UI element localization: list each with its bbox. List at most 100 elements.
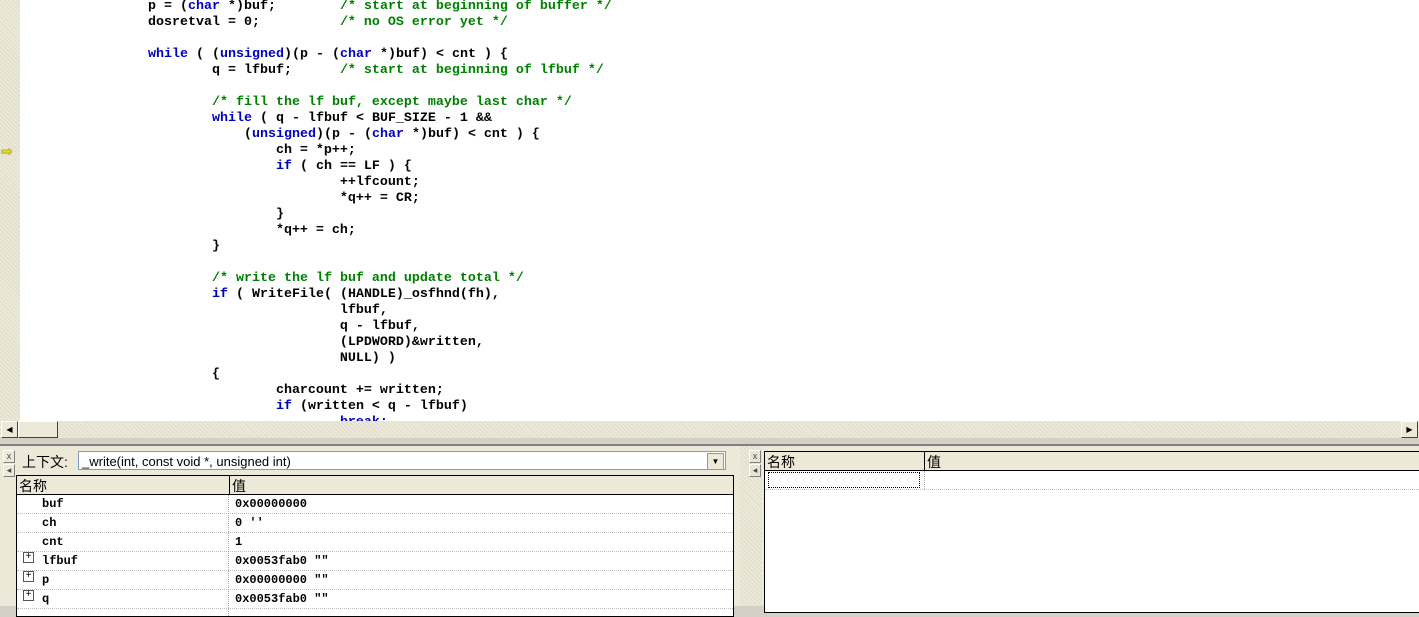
code-line[interactable] [20, 79, 612, 95]
code-line[interactable]: (unsigned)(p - (char *)buf) < cnt ) { [20, 127, 612, 143]
variable-value[interactable]: 1 [235, 533, 242, 551]
keyword: if [275, 159, 292, 174]
watch-header-name[interactable]: 名称 [767, 452, 795, 472]
comment: /* start at beginning of lfbuf */ [339, 63, 604, 78]
code-line[interactable]: (LPDWORD)&written, [20, 335, 612, 351]
code-line[interactable] [20, 255, 612, 271]
watch-header: 名称 值 [765, 452, 1419, 471]
code-text: ++lfcount; [20, 175, 420, 190]
variable-row[interactable]: ch 0 '' [17, 514, 733, 533]
code-text: NULL) ) [20, 351, 396, 366]
watch-edit-cell[interactable] [768, 472, 920, 488]
code-text: *)buf; [219, 0, 340, 14]
code-text: ( WriteFile( (HANDLE)_osfhnd(fh), [227, 287, 500, 302]
debug-panels: x ◂ 上下文: _write(int, const void *, unsig… [0, 444, 1419, 617]
code-line[interactable]: ++lfcount; [20, 175, 612, 191]
collapse-watch-icon[interactable]: ◂ [749, 464, 761, 477]
keyword: unsigned [251, 127, 316, 142]
expand-icon[interactable]: + [23, 552, 34, 563]
variable-row[interactable]: + lfbuf 0x0053fab0 "" [17, 552, 733, 571]
code-text: lfbuf, [20, 303, 388, 318]
code-line[interactable]: charcount += written; [20, 383, 612, 399]
keyword: char [371, 127, 404, 142]
code-line[interactable]: /* write the lf buf and update total */ [20, 271, 612, 287]
code-text: (written < q - lfbuf) [291, 399, 468, 414]
code-line[interactable]: dosretval = 0; /* no OS error yet */ [20, 15, 612, 31]
expand-icon[interactable]: + [23, 571, 34, 582]
expand-icon[interactable]: + [23, 590, 34, 601]
code-text: ch = *p++; [20, 143, 356, 158]
code-line[interactable]: if (written < q - lfbuf) [20, 399, 612, 415]
code-line[interactable]: q = lfbuf; /* start at beginning of lfbu… [20, 63, 612, 79]
close-watch-icon[interactable]: x [749, 450, 761, 463]
code-line[interactable]: if ( WriteFile( (HANDLE)_osfhnd(fh), [20, 287, 612, 303]
variable-row[interactable]: cnt 1 [17, 533, 733, 552]
keyword: while [147, 47, 188, 62]
variable-value[interactable]: 0x0053fab0 "" [235, 552, 329, 570]
watch-header-value[interactable]: 值 [924, 452, 941, 470]
code-line[interactable]: ch = *p++; [20, 143, 612, 159]
code-line[interactable]: { [20, 367, 612, 383]
code-line[interactable]: *q++ = CR; [20, 191, 612, 207]
watch-empty-row[interactable] [765, 471, 1419, 490]
variable-value[interactable]: 0x00000000 "" [235, 571, 329, 589]
code-text: charcount += written; [20, 383, 444, 398]
code-text: ( q - lfbuf < BUF_SIZE - 1 && [251, 111, 492, 126]
comment: /* write the lf buf and update total */ [211, 271, 524, 286]
watch-table: 名称 值 [764, 451, 1419, 613]
collapse-variables-icon[interactable]: ◂ [3, 464, 15, 477]
variable-value[interactable]: 0 '' [235, 514, 264, 532]
code-text: p = ( [20, 0, 188, 14]
scroll-left-button[interactable]: ◀ [1, 421, 18, 438]
keyword: char [339, 47, 372, 62]
keyword: if [275, 399, 292, 414]
chevron-down-icon[interactable]: ▼ [707, 453, 724, 470]
code-line[interactable]: while ( q - lfbuf < BUF_SIZE - 1 && [20, 111, 612, 127]
scroll-right-button[interactable]: ▶ [1401, 421, 1418, 438]
code-line[interactable]: while ( (unsigned)(p - (char *)buf) < cn… [20, 47, 612, 63]
keyword: char [187, 0, 220, 14]
close-variables-icon[interactable]: x [3, 450, 15, 463]
variable-row[interactable]: + q 0x0053fab0 "" [17, 590, 733, 609]
variable-row[interactable]: + p 0x00000000 "" [17, 571, 733, 590]
variable-value[interactable]: 0x0053fab0 "" [235, 590, 329, 608]
keyword: unsigned [219, 47, 284, 62]
code-line[interactable]: } [20, 207, 612, 223]
header-value[interactable]: 值 [229, 476, 246, 494]
code-line[interactable] [20, 31, 612, 47]
variables-table: 名称 值 buf 0x00000000 ch 0 '' cnt 1 + lfbuf 0x0053… [16, 475, 734, 617]
variable-value[interactable]: 0x00000000 [235, 495, 307, 513]
code-line[interactable]: /* fill the lf buf, except maybe last ch… [20, 95, 612, 111]
variable-row[interactable]: buf 0x00000000 [17, 495, 733, 514]
code-text: (LPDWORD)&written, [20, 335, 484, 350]
current-line-arrow-icon: ⇨ [1, 143, 13, 159]
code-text: *q++ = ch; [20, 223, 356, 238]
code-text: *)buf) < cnt ) { [371, 47, 508, 62]
code-editor[interactable]: p = (char *)buf; /* start at beginning o… [20, 0, 1419, 421]
code-line[interactable]: *q++ = ch; [20, 223, 612, 239]
horizontal-scrollbar[interactable]: ◀ ▶ [0, 421, 1419, 438]
variable-name: p [42, 573, 50, 587]
code-text: } [20, 207, 284, 222]
code-line[interactable]: if ( ch == LF ) { [20, 159, 612, 175]
header-name[interactable]: 名称 [19, 476, 47, 496]
code-line[interactable]: NULL) ) [20, 351, 612, 367]
comment: /* start at beginning of buffer */ [339, 0, 612, 14]
breakpoint-gutter[interactable]: ⇨ [0, 0, 20, 421]
scroll-thumb[interactable] [18, 421, 58, 438]
code-line[interactable]: } [20, 239, 612, 255]
context-dropdown[interactable]: _write(int, const void *, unsigned int) … [78, 451, 726, 470]
code-line[interactable]: p = (char *)buf; /* start at beginning o… [20, 0, 612, 15]
code-text: *q++ = CR; [20, 191, 420, 206]
code-text: )(p - ( [315, 127, 372, 142]
source-code: p = (char *)buf; /* start at beginning o… [20, 0, 612, 421]
code-line[interactable]: lfbuf, [20, 303, 612, 319]
code-text: )(p - ( [283, 47, 340, 62]
comment: /* fill the lf buf, except maybe last ch… [211, 95, 572, 110]
context-label: 上下文: [22, 454, 68, 470]
code-line[interactable]: q - lfbuf, [20, 319, 612, 335]
